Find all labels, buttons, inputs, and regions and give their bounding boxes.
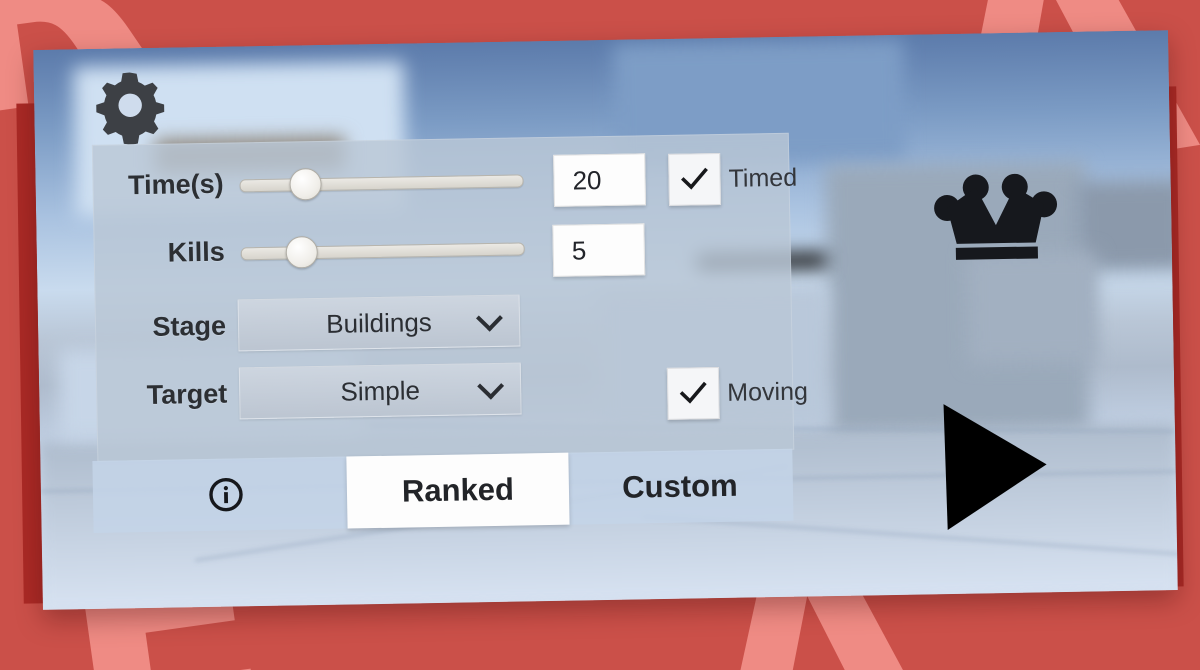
tab-custom[interactable]: Custom — [568, 449, 791, 525]
game-screenshot: Time(s) Kills Stage Buildings Target Sim… — [33, 30, 1178, 610]
dropdown-stage-value: Buildings — [325, 306, 433, 339]
checkbox-timed[interactable] — [668, 152, 722, 206]
setting-row-kills: Kills — [94, 210, 790, 286]
checkbox-timed-label: Timed — [728, 163, 798, 193]
screenshot-root: A R E A — [0, 0, 1200, 670]
slider-handle-kills[interactable] — [285, 236, 319, 269]
scene-block-right — [966, 251, 1099, 364]
check-icon — [681, 167, 708, 190]
slider-handle-time[interactable] — [289, 167, 323, 201]
crown-icon — [934, 173, 1058, 260]
play-icon[interactable] — [939, 400, 1051, 532]
dropdown-stage[interactable]: Buildings — [237, 294, 521, 352]
slider-track-time[interactable] — [239, 174, 524, 193]
dropdown-target-value: Simple — [340, 374, 421, 407]
label-stage: Stage — [152, 310, 227, 342]
input-kills-value[interactable]: 5 — [552, 223, 646, 277]
slider-time[interactable] — [239, 163, 524, 201]
setting-row-stage: Stage Buildings — [96, 284, 792, 360]
gear-icon[interactable] — [91, 66, 170, 145]
check-icon — [679, 381, 707, 404]
input-time-text: 20 — [572, 164, 602, 196]
dropdown-target[interactable]: Simple — [238, 362, 522, 420]
label-kills: Kills — [167, 236, 226, 268]
tab-custom-label: Custom — [621, 467, 738, 505]
checkbox-moving[interactable] — [666, 367, 720, 420]
chevron-down-icon — [477, 372, 505, 400]
info-icon[interactable] — [208, 476, 245, 513]
settings-panel: Time(s) Kills Stage Buildings Target Sim… — [91, 132, 808, 462]
slider-track-kills[interactable] — [240, 242, 525, 261]
input-time-value[interactable]: 20 — [553, 153, 647, 207]
input-kills-text: 5 — [571, 234, 587, 266]
chevron-down-icon — [476, 304, 503, 332]
slider-kills[interactable] — [240, 231, 525, 269]
label-target: Target — [146, 378, 228, 410]
bottom-tab-bar: Ranked Custom — [92, 448, 794, 533]
tab-ranked-label: Ranked — [401, 471, 515, 509]
tab-ranked[interactable]: Ranked — [346, 452, 570, 529]
checkbox-moving-label: Moving — [727, 377, 809, 407]
label-time: Time(s) — [127, 168, 224, 200]
